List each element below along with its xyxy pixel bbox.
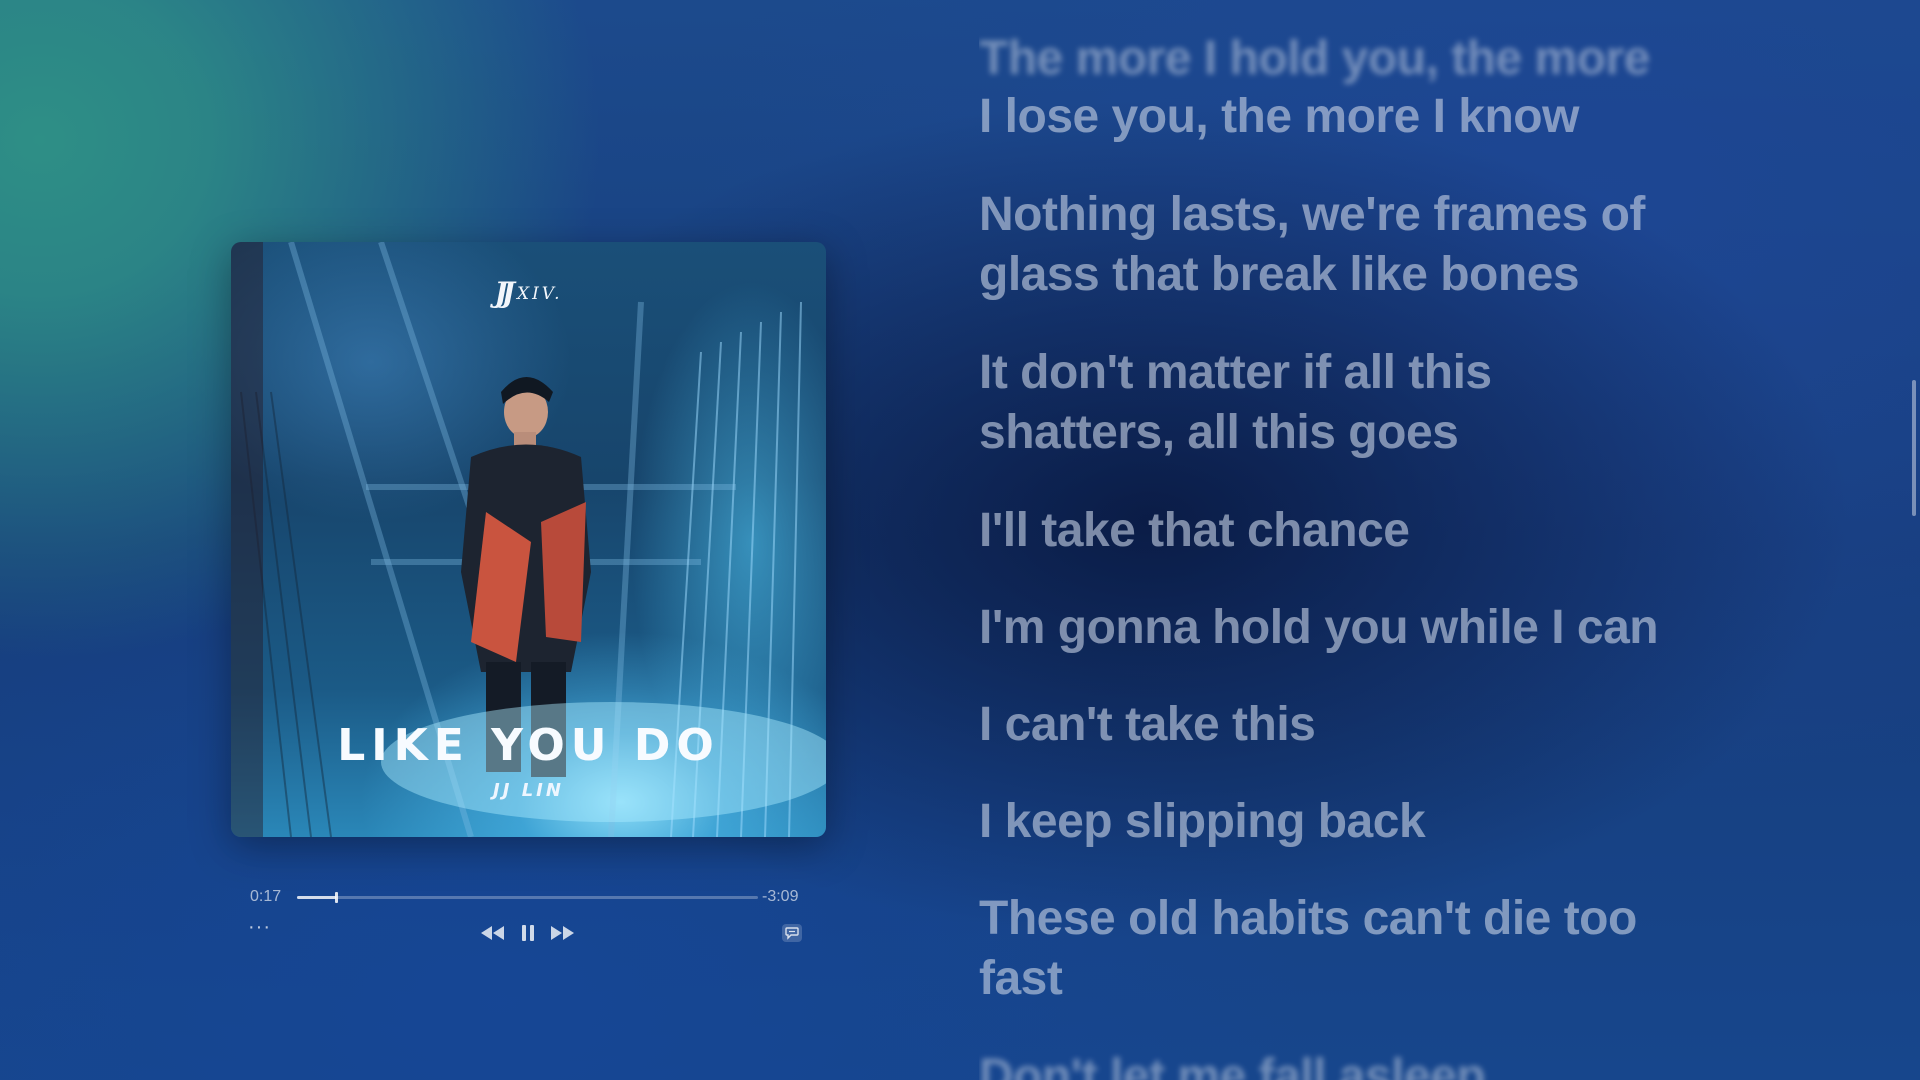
pause-icon [522, 925, 534, 941]
album-artwork: JJ XIV. LIKE YOU DO JJ LIN [231, 242, 826, 837]
lyrics-panel[interactable]: The more I hold you, the more I lose you… [979, 0, 1699, 1080]
lyric-line[interactable]: Nothing lasts, we're frames of glass tha… [979, 185, 1699, 305]
progress-handle[interactable] [335, 892, 339, 903]
fast-forward-icon [551, 926, 574, 940]
lyric-line[interactable]: These old habits can't die too fast [979, 889, 1699, 1009]
lyric-line[interactable]: Don't let me fall asleep [979, 1047, 1699, 1080]
lyric-line[interactable]: The more I hold you, the more [979, 29, 1699, 89]
rewind-icon [481, 926, 504, 940]
album-title: LIKE YOU DO [337, 720, 720, 771]
lyric-line[interactable]: I'll take that chance [979, 501, 1699, 561]
remaining-time: -3:09 [762, 888, 799, 905]
lyric-line[interactable]: I'm gonna hold you while I can [979, 598, 1699, 658]
lyric-line[interactable]: It don't matter if all this shatters, al… [979, 343, 1699, 463]
lyric-line[interactable]: I keep slipping back [979, 792, 1699, 852]
progress-fill [297, 896, 337, 899]
pause-button[interactable] [520, 924, 536, 947]
more-options-button[interactable]: ··· [248, 916, 271, 939]
lyrics-button[interactable] [781, 923, 803, 948]
elapsed-time: 0:17 [250, 888, 282, 905]
album-logo: JJ XIV. [231, 276, 826, 309]
scrollbar[interactable] [1912, 380, 1916, 516]
fast-forward-button[interactable] [549, 925, 575, 946]
rewind-button[interactable] [480, 925, 506, 946]
album-artist: JJ LIN [493, 780, 564, 801]
lyric-line[interactable]: I lose you, the more I know [979, 87, 1699, 147]
album-logo-text: XIV. [516, 284, 563, 304]
progress-bar[interactable] [297, 892, 758, 903]
lyric-line[interactable]: I can't take this [979, 695, 1699, 755]
lyrics-icon [782, 924, 802, 942]
jj-logo-mark: JJ [494, 276, 514, 309]
